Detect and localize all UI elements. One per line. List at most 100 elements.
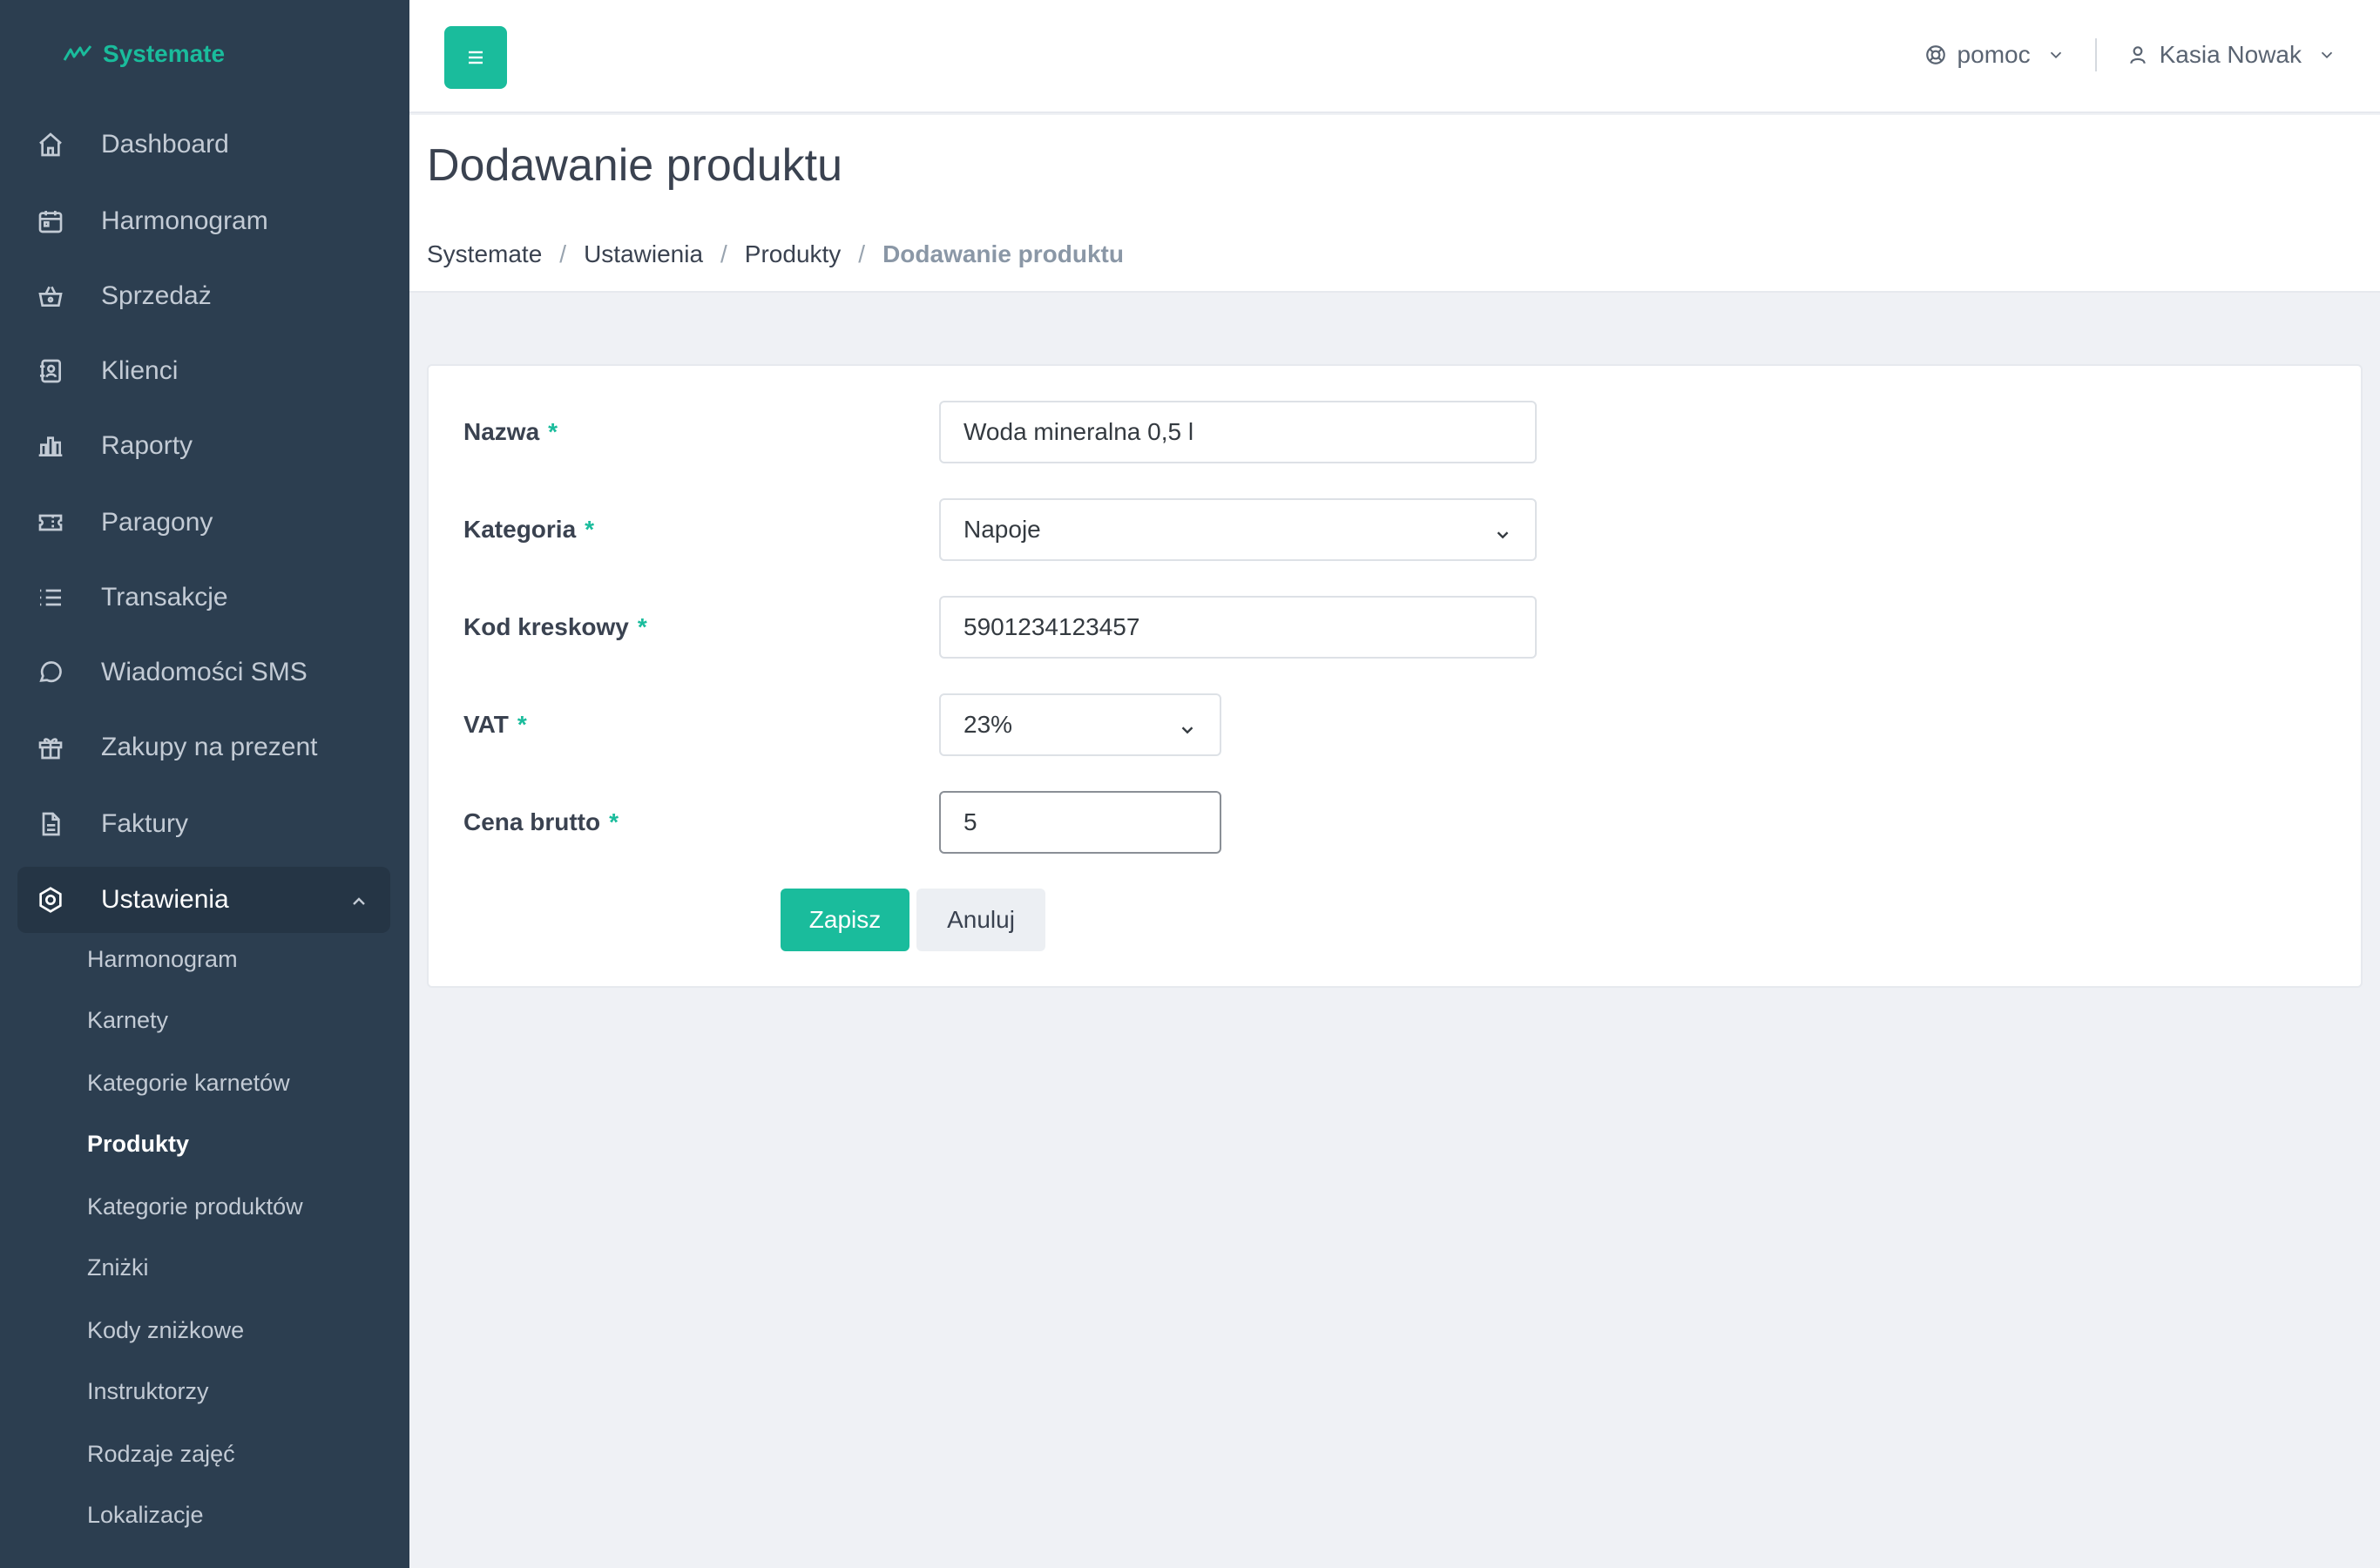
price-input[interactable]: 5 xyxy=(939,791,1221,854)
topbar: pomoc Kasia Nowak xyxy=(409,0,2380,113)
sidebar-item-label: Dashboard xyxy=(101,130,229,159)
vat-label: VAT * xyxy=(463,711,527,739)
submenu-item-harmonogram[interactable]: Harmonogram xyxy=(87,946,238,973)
submenu-item-rodzaje-zajec[interactable]: Rodzaje zajęć xyxy=(87,1441,235,1468)
chevron-down-icon xyxy=(1178,718,1197,737)
name-label: Nazwa * xyxy=(463,418,558,446)
sidebar-item-paragony[interactable]: Paragony xyxy=(17,490,390,556)
logo-icon xyxy=(63,45,92,61)
sidebar-item-klienci[interactable]: Klienci xyxy=(17,338,390,404)
document-icon xyxy=(35,808,66,840)
sidebar-item-label: Klienci xyxy=(101,356,179,385)
category-select[interactable]: Napoje xyxy=(939,498,1537,561)
sidebar-item-raporty[interactable]: Raporty xyxy=(17,413,390,479)
chevron-down-icon xyxy=(1493,523,1512,542)
sidebar-item-label: Raporty xyxy=(101,431,193,460)
required-mark: * xyxy=(637,613,647,640)
list-icon xyxy=(35,582,66,613)
sidebar-item-sms[interactable]: Wiadomości SMS xyxy=(17,639,390,706)
price-label: Cena brutto * xyxy=(463,808,619,836)
breadcrumb: Systemate / Ustawienia / Produkty / Doda… xyxy=(427,240,1124,268)
help-label: pomoc xyxy=(1957,41,2031,68)
save-button[interactable]: Zapisz xyxy=(781,889,909,951)
required-mark: * xyxy=(548,418,558,445)
price-label-text: Cena brutto xyxy=(463,808,601,835)
chevron-down-icon xyxy=(2050,51,2061,59)
sidebar-item-zakupy-na-prezent[interactable]: Zakupy na prezent xyxy=(17,714,390,781)
submenu-item-kody-znizkowe[interactable]: Kody zniżkowe xyxy=(87,1317,244,1344)
vat-select-value: 23% xyxy=(963,711,1013,738)
app-name: Systemate xyxy=(103,40,226,67)
sidebar: Systemate Dashboard Harmonogram Sprzedaż… xyxy=(0,0,409,1568)
page-title: Dodawanie produktu xyxy=(427,140,842,191)
name-input-value: Woda mineralna 0,5 l xyxy=(963,418,1194,445)
product-form-card: Nazwa * Woda mineralna 0,5 l Kategoria * N… xyxy=(427,364,2363,988)
required-mark: * xyxy=(585,516,595,543)
chevron-down-icon xyxy=(2321,51,2333,59)
required-mark: * xyxy=(609,808,619,835)
menu-toggle-button[interactable] xyxy=(444,26,507,89)
basket-icon xyxy=(35,280,66,312)
category-label-text: Kategoria xyxy=(463,516,577,543)
user-menu[interactable]: Kasia Nowak xyxy=(2126,41,2336,69)
category-label: Kategoria * xyxy=(463,516,594,544)
sidebar-item-label: Harmonogram xyxy=(101,206,268,235)
user-name: Kasia Nowak xyxy=(2159,41,2302,68)
hamburger-icon xyxy=(469,51,483,64)
home-icon xyxy=(35,129,66,160)
sidebar-item-harmonogram[interactable]: Harmonogram xyxy=(17,188,390,254)
name-input[interactable]: Woda mineralna 0,5 l xyxy=(939,401,1537,463)
name-label-text: Nazwa xyxy=(463,418,540,445)
submenu-item-produkty[interactable]: Produkty xyxy=(87,1131,189,1158)
submenu-item-kategorie-produktow[interactable]: Kategorie produktów xyxy=(87,1193,303,1220)
sidebar-item-dashboard[interactable]: Dashboard xyxy=(17,112,390,178)
help-menu[interactable]: pomoc xyxy=(1924,41,2066,69)
calendar-icon xyxy=(35,206,66,237)
sidebar-item-label: Paragony xyxy=(101,508,213,537)
barcode-label-text: Kod kreskowy xyxy=(463,613,629,640)
breadcrumb-item-systemate[interactable]: Systemate xyxy=(427,240,542,268)
submenu-item-lokalizacje[interactable]: Lokalizacje xyxy=(87,1502,204,1529)
cancel-button[interactable]: Anuluj xyxy=(916,889,1045,951)
breadcrumb-separator: / xyxy=(720,240,727,267)
user-icon xyxy=(2129,46,2146,64)
sidebar-item-faktury[interactable]: Faktury xyxy=(17,791,390,857)
required-mark: * xyxy=(517,711,527,738)
breadcrumb-item-ustawienia[interactable]: Ustawienia xyxy=(584,240,703,268)
address-book-icon xyxy=(35,355,66,387)
submenu-item-karnety[interactable]: Karnety xyxy=(87,1007,168,1034)
gift-icon xyxy=(35,732,66,763)
price-input-value: 5 xyxy=(963,808,977,835)
sidebar-item-label: Sprzedaż xyxy=(101,281,212,310)
app-logo[interactable]: Systemate xyxy=(63,40,225,68)
sidebar-item-label: Wiadomości SMS xyxy=(101,658,308,686)
submenu-item-kategorie-karnetow[interactable]: Kategorie karnetów xyxy=(87,1070,290,1097)
message-icon xyxy=(35,657,66,688)
category-select-value: Napoje xyxy=(963,516,1041,543)
sidebar-item-transakcje[interactable]: Transakcje xyxy=(17,564,390,631)
breadcrumb-separator: / xyxy=(559,240,567,267)
barcode-input-value: 5901234123457 xyxy=(963,613,1140,640)
sidebar-item-label: Transakcje xyxy=(101,583,228,612)
topbar-actions: pomoc Kasia Nowak xyxy=(1924,38,2336,71)
topbar-divider xyxy=(2094,38,2097,71)
submenu-item-instruktorzy[interactable]: Instruktorzy xyxy=(87,1378,209,1405)
sidebar-item-label: Zakupy na prezent xyxy=(101,733,318,761)
breadcrumb-item-current: Dodawanie produktu xyxy=(882,240,1124,267)
sidebar-item-label: Faktury xyxy=(101,809,189,838)
lifebuoy-icon xyxy=(1925,45,1945,64)
breadcrumb-item-produkty[interactable]: Produkty xyxy=(745,240,842,268)
vat-label-text: VAT xyxy=(463,711,509,738)
sidebar-item-sprzedaz[interactable]: Sprzedaż xyxy=(17,263,390,329)
sidebar-item-ustawienia[interactable]: Ustawienia xyxy=(17,867,390,933)
barcode-input[interactable]: 5901234123457 xyxy=(939,596,1537,659)
settings-icon xyxy=(35,884,66,916)
vat-select[interactable]: 23% xyxy=(939,693,1221,756)
sidebar-item-label: Ustawienia xyxy=(101,885,229,914)
barcode-label: Kod kreskowy * xyxy=(463,613,647,641)
breadcrumb-separator: / xyxy=(858,240,866,267)
submenu-item-znizki[interactable]: Zniżki xyxy=(87,1254,149,1281)
chevron-up-icon[interactable] xyxy=(348,889,369,910)
page-header: Dodawanie produktu Systemate / Ustawieni… xyxy=(409,115,2380,293)
ticket-icon xyxy=(35,507,66,538)
